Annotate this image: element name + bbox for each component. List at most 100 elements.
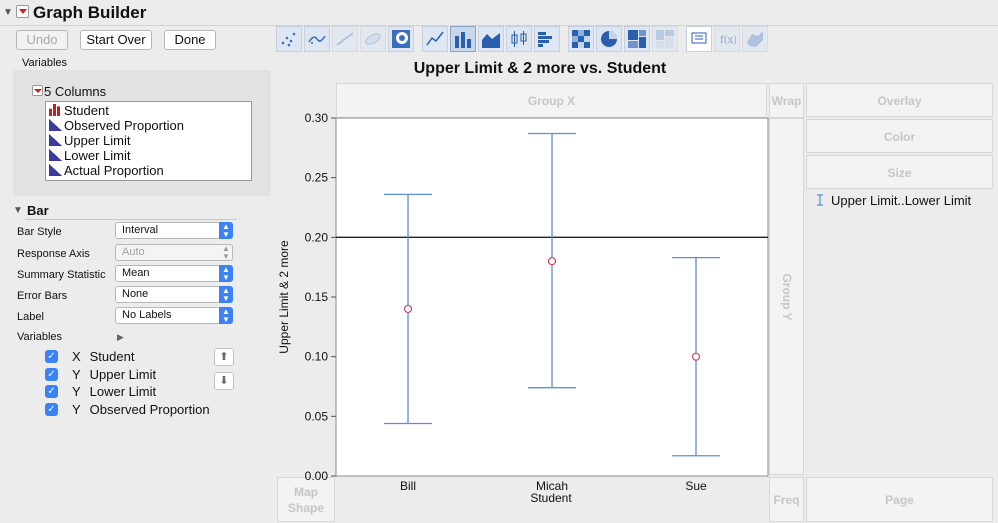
- observed-proportion-marker: [547, 257, 557, 266]
- error-bars-select[interactable]: None ▲ ▼: [115, 286, 233, 303]
- y-tick-label: 0.20: [305, 230, 329, 244]
- line-of-fit-element-button[interactable]: [332, 26, 358, 52]
- select-arrows-icon: ▲ ▼: [219, 265, 233, 282]
- smoother-icon: [308, 35, 326, 44]
- column-item[interactable]: Student: [49, 103, 109, 118]
- heatmap-icon: [572, 30, 590, 48]
- column-item[interactable]: Upper Limit: [49, 133, 130, 148]
- x-tick-label: Bill: [400, 479, 416, 493]
- line-chart-icon: [426, 31, 444, 46]
- ellipse-icon: [365, 33, 381, 45]
- y-tick-label: 0.25: [305, 171, 329, 185]
- arrow-down-icon: ⬇: [219, 375, 229, 387]
- checkbox-y-lower-limit[interactable]: ✓: [45, 385, 58, 398]
- summary-statistic-select[interactable]: Mean ▲ ▼: [115, 265, 233, 282]
- select-arrows-icon: ▲ ▼: [222, 244, 230, 261]
- app-title: Graph Builder: [33, 3, 147, 22]
- y-tick-label: 0.10: [305, 350, 329, 364]
- y-tick-label: 0.15: [305, 290, 329, 304]
- prop-label-error-bars: Error Bars: [17, 290, 68, 302]
- freq-drop-zone[interactable]: Freq: [769, 477, 804, 522]
- checkbox-y-upper-limit[interactable]: ✓: [45, 368, 58, 381]
- red-triangle-menu-icon[interactable]: [16, 5, 29, 18]
- contour-icon: [392, 30, 410, 48]
- points-element-button[interactable]: [276, 26, 302, 52]
- overlay-drop-zone[interactable]: Overlay: [806, 83, 993, 117]
- continuous-icon: [49, 119, 62, 131]
- arrow-up-icon: ⬆: [219, 351, 229, 363]
- observed-proportion-marker: [403, 304, 413, 314]
- y-tick-label: 0.05: [305, 409, 329, 423]
- undo-button[interactable]: Undo: [16, 30, 68, 50]
- wrap-drop-zone[interactable]: Wrap: [769, 83, 804, 118]
- expand-triangle-icon[interactable]: ▶: [117, 332, 124, 343]
- smoother-element-button[interactable]: [304, 26, 330, 52]
- heatmap-element-button[interactable]: [568, 26, 594, 52]
- start-over-button[interactable]: Start Over: [80, 30, 152, 50]
- element-toolbar: f(x): [276, 26, 771, 54]
- area-chart-icon: [482, 33, 500, 48]
- checkbox-y-observed-proportion[interactable]: ✓: [45, 403, 58, 416]
- continuous-icon: [49, 149, 62, 161]
- select-arrows-icon: ▲ ▼: [219, 222, 233, 239]
- collapse-triangle-icon[interactable]: ▼: [3, 7, 13, 18]
- bar-collapse-icon[interactable]: ▼: [13, 205, 23, 216]
- mosaic-element-button[interactable]: [652, 26, 678, 52]
- variable-role-row: Y Lower Limit: [72, 384, 157, 399]
- formula-element-button[interactable]: f(x): [714, 26, 740, 52]
- columns-menu-icon[interactable]: [32, 85, 43, 96]
- plot-area[interactable]: 0.000.050.100.150.200.250.30 Bill Micah Su…: [276, 112, 771, 507]
- caption-box-icon: [691, 32, 707, 44]
- variables-sub-label: Variables: [17, 331, 63, 343]
- size-drop-zone[interactable]: Size: [806, 155, 993, 189]
- move-up-button[interactable]: ⬆: [214, 348, 234, 366]
- divider: [25, 219, 237, 220]
- variable-role-row: Y Observed Proportion: [72, 402, 210, 417]
- formula-icon: f(x): [720, 35, 736, 46]
- ellipse-element-button[interactable]: [360, 26, 386, 52]
- bar-style-select[interactable]: Interval ▲ ▼: [115, 222, 233, 239]
- column-item[interactable]: Observed Proportion: [49, 118, 184, 133]
- map-shapes-element-button[interactable]: [742, 26, 768, 52]
- columns-list[interactable]: Student Observed Proportion Upper Limit …: [45, 101, 252, 181]
- continuous-icon: [49, 134, 62, 146]
- group-y-drop-zone[interactable]: Group Y: [769, 118, 804, 475]
- legend: Upper Limit..Lower Limit: [815, 193, 971, 208]
- box-plot-element-button[interactable]: [506, 26, 532, 52]
- variable-role-row: Y Upper Limit: [72, 367, 157, 382]
- select-arrows-icon: ▲ ▼: [219, 307, 233, 324]
- label-select[interactable]: No Labels ▲ ▼: [115, 307, 233, 324]
- y-axis: 0.00 0.05 0.10 0.15 0.20 0.25 0.30: [305, 112, 336, 483]
- variable-role-row: X Student: [72, 349, 135, 364]
- columns-header: 5 Columns: [44, 84, 107, 99]
- area-element-button[interactable]: [478, 26, 504, 52]
- prop-label-label: Label: [17, 311, 44, 323]
- select-arrows-icon: ▲ ▼: [219, 286, 233, 303]
- points-icon: [281, 32, 296, 47]
- histogram-element-button[interactable]: [534, 26, 560, 52]
- contour-element-button[interactable]: [388, 26, 414, 52]
- bar-element-button[interactable]: [450, 26, 476, 52]
- response-axis-select: Auto ▲ ▼: [115, 244, 233, 261]
- caption-box-element-button[interactable]: [686, 26, 712, 52]
- mosaic-icon: [656, 30, 674, 48]
- page-drop-zone[interactable]: Page: [806, 477, 993, 522]
- treemap-element-button[interactable]: [624, 26, 650, 52]
- bar-chart-icon: [455, 32, 471, 48]
- column-item[interactable]: Lower Limit: [49, 148, 130, 163]
- column-item[interactable]: Actual Proportion: [49, 163, 164, 178]
- pie-element-button[interactable]: [596, 26, 622, 52]
- prop-label-summary-statistic: Summary Statistic: [17, 269, 106, 281]
- done-button[interactable]: Done: [164, 30, 216, 50]
- graph-title: Upper Limit & 2 more vs. Student: [413, 60, 667, 77]
- x-axis-label: Student: [530, 491, 572, 505]
- line-element-button[interactable]: [422, 26, 448, 52]
- title-bar: [0, 0, 998, 26]
- bar-section-title: Bar: [27, 203, 49, 218]
- color-drop-zone[interactable]: Color: [806, 119, 993, 153]
- box-plot-icon: [511, 31, 527, 47]
- pie-chart-icon: [601, 31, 617, 47]
- move-down-button[interactable]: ⬇: [214, 372, 234, 390]
- checkbox-x-student[interactable]: ✓: [45, 350, 58, 363]
- y-tick-label: 0.00: [305, 469, 329, 483]
